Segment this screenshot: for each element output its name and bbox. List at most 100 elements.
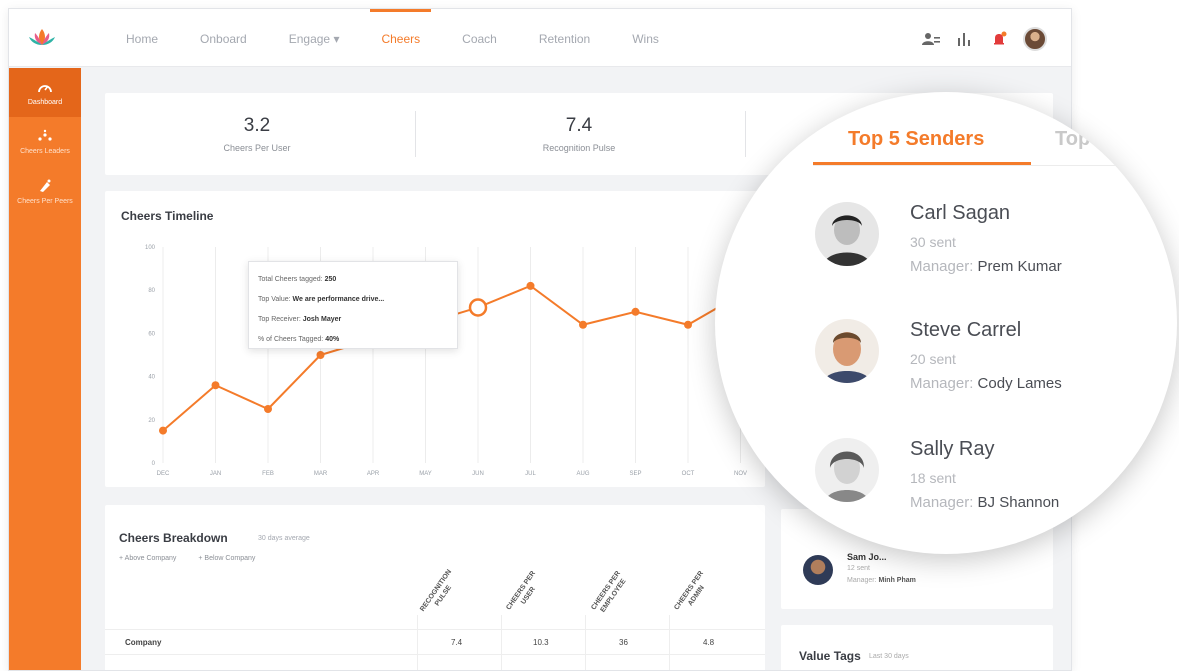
main-nav: Home Onboard Engage ▾ Cheers Coach Reten…	[105, 9, 680, 67]
nav-engage-label: Engage	[288, 32, 331, 46]
legend-above-company: + Above Company	[119, 555, 177, 562]
row-name: Company	[125, 638, 162, 647]
peers-icon	[40, 179, 51, 192]
cell-cheers-per-employee: 36	[619, 638, 628, 647]
notification-bell-icon[interactable]	[989, 29, 1009, 49]
top-icons	[921, 27, 1047, 51]
top-senders-magnifier: Top 5 Senders Top Carl Sagan 30 sent Man…	[715, 92, 1177, 554]
value-tags-title: Value Tags	[799, 649, 861, 663]
sender-sent-count: 12 sent	[847, 565, 870, 572]
list-item[interactable]: Sally Ray 18 sent Manager: BJ Shannon	[815, 438, 1177, 528]
tab-top-receivers[interactable]: Top	[1055, 128, 1090, 151]
list-item[interactable]: Steve Carrel 20 sent Manager: Cody Lames	[815, 319, 1177, 409]
avatar[interactable]	[803, 555, 833, 585]
tooltip-total: Total Cheers tagged: 250	[258, 276, 337, 283]
cell-cheers-per-admin: 4.8	[703, 638, 715, 647]
cheers-breakdown-subtitle: 30 days average	[258, 535, 310, 542]
column-header-cheers-per-employee: CHEERS PER EMPLOYEE	[590, 570, 628, 614]
leaders-icon	[38, 130, 52, 141]
stat-label: Cheers Per User	[223, 143, 291, 153]
x-tick-label: FEB	[262, 471, 274, 477]
x-tick-label: JAN	[210, 471, 221, 477]
y-tick-label: 0	[152, 461, 156, 467]
tooltip-top-value: Top Value: We are performance drive...	[258, 296, 385, 303]
sender-manager: Manager: Minh Pham	[847, 577, 916, 584]
stat-recognition-pulse: 7.4 Recognition Pulse	[427, 93, 731, 175]
avatar	[815, 319, 879, 383]
sender-sent-count: 30 sent	[910, 234, 956, 250]
x-tick-label: JUL	[525, 471, 536, 477]
sidebar-item-label: Cheers Per Peers	[17, 197, 73, 205]
x-tick-label: DEC	[157, 471, 170, 477]
sidebar-item-dashboard[interactable]: Dashboard	[9, 68, 81, 118]
y-tick-label: 40	[148, 375, 155, 381]
data-point	[579, 320, 587, 329]
legend-below-company: + Below Company	[198, 555, 256, 562]
y-tick-label: 20	[148, 418, 155, 424]
x-tick-label: APR	[367, 471, 380, 477]
value-tags-subtitle: Last 30 days	[869, 653, 909, 660]
sender-manager: Manager: BJ Shannon	[910, 494, 1060, 511]
column-header-cheers-per-user: CHEERS PER USER	[505, 570, 538, 612]
table-row: Company 7.4 10.3 36 4.8	[105, 629, 765, 655]
stat-cheers-per-user: 3.2 Cheers Per User	[105, 93, 409, 175]
x-tick-label: MAY	[419, 471, 432, 477]
y-tick-label: 100	[145, 245, 156, 251]
x-tick-label: MAR	[314, 471, 328, 477]
stat-value: 3.2	[243, 115, 271, 136]
divider	[415, 111, 416, 157]
data-point	[159, 426, 167, 435]
chart-tooltip: Total Cheers tagged: 250 Top Value: We a…	[248, 261, 458, 349]
data-point	[211, 381, 220, 390]
y-tick-label: 80	[148, 288, 155, 294]
nav-wins[interactable]: Wins	[611, 9, 680, 67]
user-avatar[interactable]	[1023, 27, 1047, 51]
data-point	[631, 307, 640, 316]
nav-onboard[interactable]: Onboard	[179, 9, 268, 67]
data-point	[684, 320, 692, 329]
users-icon[interactable]	[921, 29, 941, 49]
cell-recognition-pulse: 7.4	[451, 638, 463, 647]
tab-top-5-senders[interactable]: Top 5 Senders	[848, 128, 984, 151]
x-tick-label: SEP	[629, 471, 641, 477]
nav-retention[interactable]: Retention	[518, 9, 611, 67]
data-point	[264, 405, 272, 413]
x-tick-label: AUG	[576, 471, 589, 477]
sender-name: Steve Carrel	[910, 319, 1022, 341]
sidebar-item-cheers-per-peers[interactable]: Cheers Per Peers	[9, 167, 81, 216]
stat-value: 7.4	[565, 115, 593, 136]
x-tick-label: JUN	[472, 471, 484, 477]
lotus-logo[interactable]	[27, 27, 57, 49]
y-tick-label: 60	[148, 331, 155, 337]
column-header-cheers-per-admin: CHEERS PER ADMIN	[673, 570, 706, 612]
tooltip-pct: % of Cheers Tagged: 40%	[258, 336, 340, 343]
avatar	[815, 202, 879, 266]
sidebar: Dashboard Cheers Leaders Cheers Per Peer…	[9, 68, 81, 670]
bar-chart-icon[interactable]	[955, 29, 975, 49]
cheers-breakdown-card: Cheers Breakdown 30 days average + Above…	[105, 505, 765, 670]
top-navigation-bar: Home Onboard Engage ▾ Cheers Coach Reten…	[9, 9, 1071, 67]
sidebar-item-label: Cheers Leaders	[20, 148, 70, 156]
nav-coach[interactable]: Coach	[441, 9, 518, 67]
nav-cheers[interactable]: Cheers	[360, 9, 441, 67]
sender-sent-count: 18 sent	[910, 470, 956, 486]
x-tick-label: NOV	[734, 471, 747, 477]
nav-home[interactable]: Home	[105, 9, 179, 67]
breakdown-legend: + Above Company + Below Company	[119, 555, 275, 562]
sender-name[interactable]: Sam Jo...	[847, 552, 887, 562]
value-tags-card: Value Tags Last 30 days	[781, 625, 1053, 670]
nav-engage[interactable]: Engage ▾	[268, 9, 361, 67]
sidebar-item-label: Dashboard	[27, 99, 63, 106]
divider	[745, 111, 746, 157]
sender-manager: Manager: Prem Kumar	[910, 258, 1062, 275]
data-point	[316, 351, 325, 359]
cell-cheers-per-user: 10.3	[533, 638, 549, 647]
list-item[interactable]: Carl Sagan 30 sent Manager: Prem Kumar	[815, 202, 1177, 292]
sender-sent-count: 20 sent	[910, 351, 956, 367]
gauge-icon	[38, 85, 52, 93]
tooltip-top-receiver: Top Receiver: Josh Mayer	[258, 316, 342, 323]
column-header-recognition-pulse: RECOGNITION PULSE	[419, 568, 454, 613]
data-point	[526, 281, 535, 290]
sidebar-item-cheers-leaders[interactable]: Cheers Leaders	[9, 117, 81, 166]
sender-name: Sally Ray	[910, 438, 995, 460]
